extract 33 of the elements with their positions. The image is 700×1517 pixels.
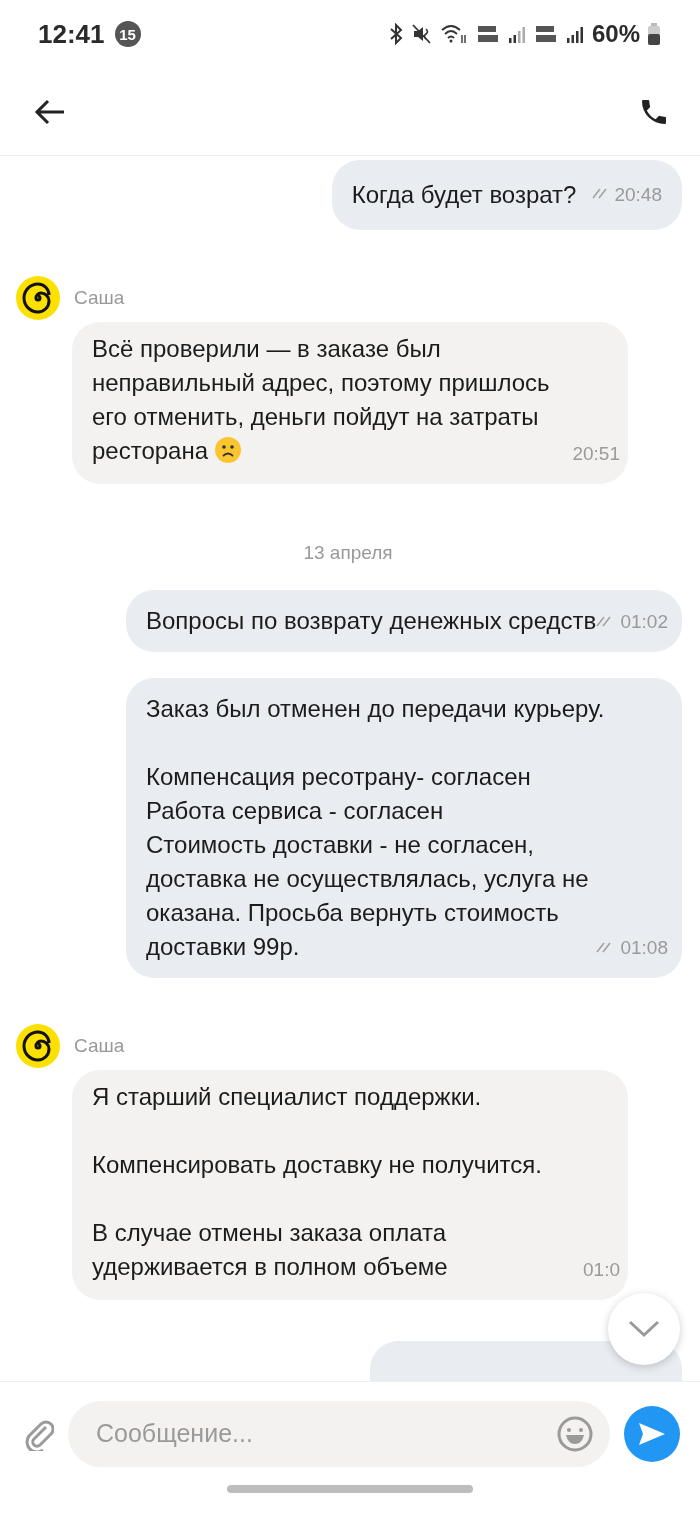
- message-input[interactable]: Сообщение...: [94, 1418, 556, 1449]
- message-text: Вопросы по возврату денежных средств: [146, 606, 598, 636]
- message-time: 20:48: [614, 184, 662, 206]
- message-field[interactable]: Сообщение...: [68, 1400, 610, 1467]
- status-time: 12:41: [38, 18, 105, 50]
- message-text: Компенсация ресотрану- согласен Работа сервиса - согласен Стоимость доставки - не согласен, доставка не осуществлялась, услуга не оказана. Просьба вернуть стоимость доставки 99р.: [146, 762, 590, 962]
- message-text: В случае отмены заказа оплата удерживается в полном объеме: [92, 1218, 449, 1282]
- wifi-icon: [439, 23, 468, 45]
- message-time: 01:0: [583, 1258, 620, 1282]
- message-text: Я старший специалист поддержки.: [92, 1082, 483, 1112]
- battery-icon: [648, 23, 660, 45]
- sender-name: Саша: [74, 1035, 125, 1057]
- message-text: Когда будет возрат?: [351, 180, 577, 210]
- message-text: Заказ был отменен до передачи курьеру.: [146, 694, 606, 724]
- message-time: 01:08: [620, 936, 668, 960]
- date-separator: 13 апреля: [303, 542, 393, 564]
- avatar-icon: [16, 1024, 60, 1068]
- signal-icon: [507, 24, 526, 44]
- message-text: Всё проверили — в заказе был неправильный адрес, поэтому пришлось его отменить, деньги пойдут на затраты ресторана: [92, 334, 551, 466]
- message-text: Компенсировать доставку не получится.: [92, 1150, 543, 1180]
- signal-icon: [565, 24, 584, 44]
- scroll-down-button[interactable]: [608, 1293, 680, 1365]
- chevron-down-icon: [628, 1320, 660, 1338]
- emoji-icon[interactable]: [556, 1414, 594, 1453]
- message-time: 01:02: [620, 610, 668, 634]
- send-icon: [637, 1420, 667, 1447]
- sad-face-icon: [214, 436, 243, 464]
- sender-name: Саша: [74, 287, 125, 309]
- notification-badge: 15: [114, 21, 141, 47]
- mute-icon: [411, 24, 432, 44]
- battery-percent: 60%: [591, 20, 640, 48]
- avatar-icon: [16, 276, 60, 320]
- message-time: 20:51: [572, 442, 620, 466]
